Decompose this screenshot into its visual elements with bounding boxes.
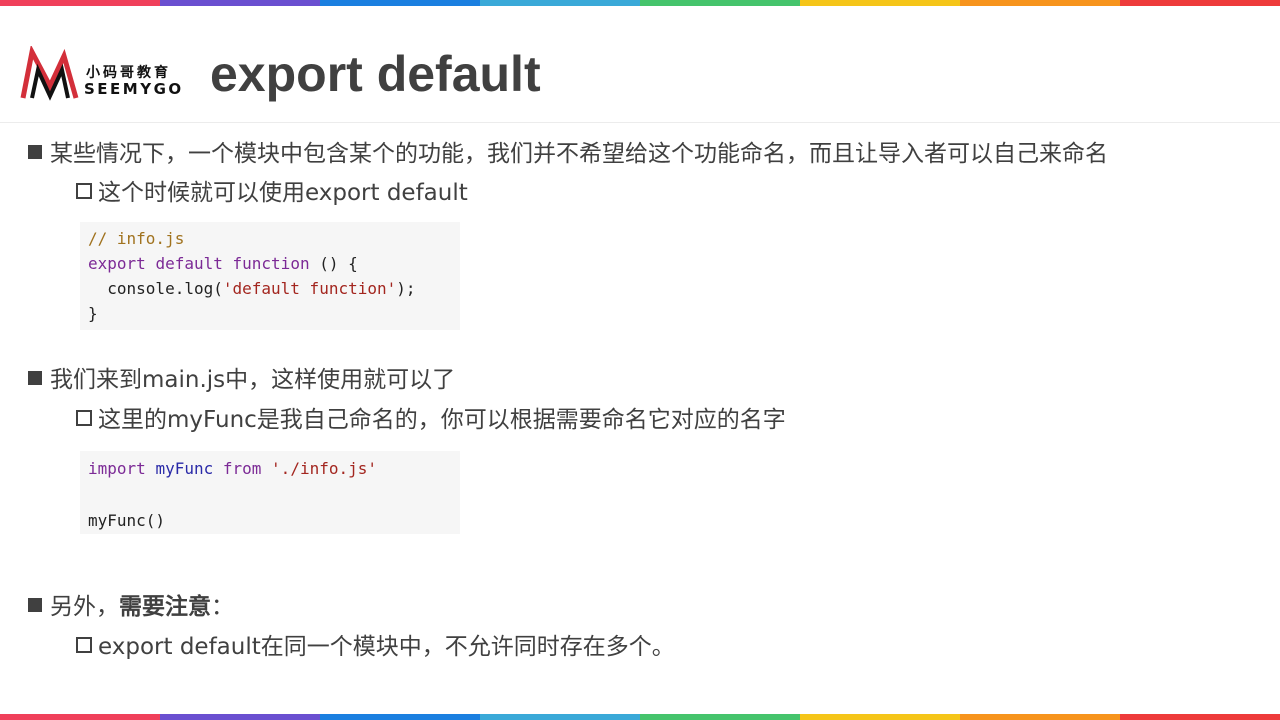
code-call: myFunc() [88,511,166,530]
code-close-brace: } [88,304,98,323]
logo-m-icon [20,46,79,101]
bullet-item-3: 另外，需要注意： [28,592,234,622]
stripe-segment [320,714,480,720]
bullet-item-3-text-suffix: ： [211,594,234,620]
bullet-item-1: 某些情况下，一个模块中包含某个的功能，我们并不希望给这个功能命名，而且让导入者可… [28,139,1108,169]
code-call-prefix: console.log( [88,279,223,298]
hollow-square-bullet-icon [76,409,92,426]
stripe-segment [960,714,1120,720]
stripe-segment [160,714,320,720]
bullet-item-3-emphasis: 需要注意 [119,594,211,620]
stripe-segment [640,714,800,720]
code-identifier: myFunc [155,459,214,478]
code-string: 'default function' [222,279,397,298]
stripe-segment [800,714,960,720]
hollow-square-bullet-icon [76,182,92,199]
logo-chinese-text: 小码哥教育 [86,65,171,81]
sub-item-3-text: export default在同一个模块中，不允许同时存在多个。 [98,634,675,660]
page-title: export default [210,46,541,102]
code-comment: // info.js [88,229,185,248]
square-bullet-icon [28,370,42,385]
bullet-item-1-text: 某些情况下，一个模块中包含某个的功能，我们并不希望给这个功能命名，而且让导入者可… [50,141,1108,167]
code-block-import: import myFunc from './info.js' myFunc() [80,451,460,534]
sub-item-1: 这个时候就可以使用export default [76,178,468,208]
square-bullet-icon [28,597,42,612]
bullet-item-2-text: 我们来到main.js中，这样使用就可以了 [50,367,456,393]
bottom-color-stripe [0,714,1280,720]
code-keyword-function: function [232,254,310,273]
code-keyword-from: from [222,459,262,478]
stripe-segment [480,714,640,720]
bullet-item-2: 我们来到main.js中，这样使用就可以了 [28,365,455,395]
code-keyword-default: default [155,254,223,273]
sub-item-1-text: 这个时候就可以使用export default [98,180,468,206]
hollow-square-bullet-icon [76,636,92,653]
stripe-segment [0,714,160,720]
code-call-suffix: ); [396,279,416,298]
brand-logo: 小码哥教育 SEEMYGO [20,46,190,104]
code-signature: () { [309,254,358,273]
bullet-item-3-text-prefix: 另外， [50,594,119,620]
code-block-info-js: // info.js export default function () { … [80,222,460,330]
sub-item-2-text: 这里的myFunc是我自己命名的，你可以根据需要命名它对应的名字 [98,407,786,433]
sub-item-3: export default在同一个模块中，不允许同时存在多个。 [76,632,675,662]
stripe-segment [1120,714,1280,720]
code-keyword-export: export [88,254,146,273]
code-string: './info.js' [271,459,378,478]
slide-header: 小码哥教育 SEEMYGO export default [0,6,1280,123]
code-keyword-import: import [88,459,146,478]
sub-item-2: 这里的myFunc是我自己命名的，你可以根据需要命名它对应的名字 [76,405,786,435]
logo-english-text: SEEMYGO [84,80,184,98]
square-bullet-icon [28,144,42,159]
